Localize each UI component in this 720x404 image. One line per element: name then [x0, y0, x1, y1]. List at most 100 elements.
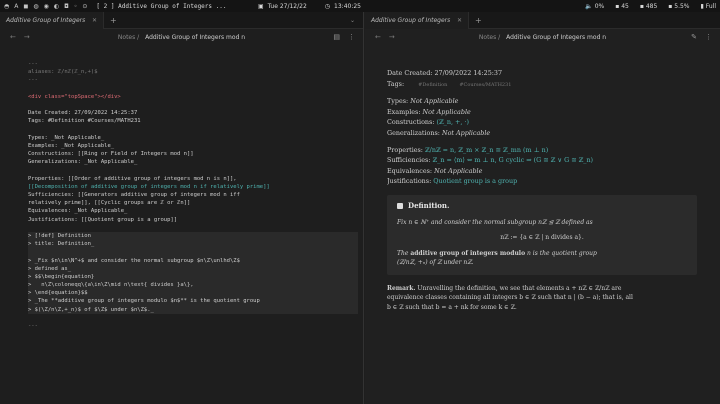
- reading-view: Date Created: 27/09/2022 14:25:37 Tags: …: [387, 68, 705, 312]
- remark-text: b ∈ ℤ such that b = a + nk for some k ∈ …: [387, 303, 517, 311]
- disk-status: ▪ 5.5%: [668, 2, 690, 10]
- sufficiencies-label: Sufficiencies:: [387, 156, 431, 165]
- constructions-link[interactable]: (ℤ_n, +, ·): [437, 118, 469, 126]
- types-row: Types: Not Applicable: [387, 96, 705, 107]
- tab-label: Additive Group of Integers: [6, 16, 86, 24]
- window-title: [ 2 ] Additive Group of Integers ...: [96, 2, 227, 10]
- calendar-icon: ▣: [258, 2, 264, 10]
- code-line: ---: [28, 323, 38, 329]
- callout-header: Definition.: [397, 201, 687, 212]
- code-line: relatively prime]], [[Cyclic groups are …: [28, 200, 191, 207]
- source-editor[interactable]: --- aliases: ℤ/nℤ(ℤ_n,+)$ --- <div class…: [28, 60, 358, 330]
- close-icon[interactable]: ✕: [92, 17, 97, 24]
- justifications-link[interactable]: Quotient group is a group: [433, 177, 517, 185]
- code-line: > _Fix $n\in\N^+$ and consider the norma…: [28, 256, 358, 265]
- workspace-8[interactable]: ◦: [74, 3, 78, 10]
- callout-equation: nℤ := {a ∈ ℤ | n divides a}.: [500, 233, 584, 241]
- more-options-icon[interactable]: ⋮: [348, 33, 355, 41]
- code-line: > $(\Z/n\Z,+_n)$ of $\Z$ under $n\Z$._: [28, 305, 358, 314]
- remark-text: equivalence classes containing all integ…: [387, 294, 633, 302]
- properties-link[interactable]: ℤ/nℤ = n, ℤ_m × ℤ_n ≅ ℤ_mn (m ⊥ n): [425, 146, 548, 154]
- editor-pane-source: Additive Group of Integers ✕ + ⌄ ← → Not…: [0, 12, 364, 404]
- new-tab-icon[interactable]: +: [104, 16, 123, 25]
- chevron-down-icon[interactable]: ⌄: [350, 17, 355, 24]
- tab-note[interactable]: Additive Group of Integers ✕: [365, 12, 469, 29]
- clock-icon: ◷: [324, 2, 331, 10]
- workspace-3[interactable]: ◼: [23, 3, 28, 10]
- reading-view-icon[interactable]: ▤: [333, 33, 340, 41]
- code-line: [28, 248, 358, 257]
- view-header: ← → Notes / Additive Group of Integers m…: [365, 29, 720, 45]
- workspace-1[interactable]: ◓: [4, 3, 9, 10]
- clock: ▣ Tue 27/12/22 ◷ 13:40:25: [258, 3, 361, 10]
- tags-row: Tags: #Definition #Courses/MATH231: [387, 79, 705, 91]
- breadcrumb-parent[interactable]: Notes: [479, 34, 496, 41]
- equivalences-value: Not Applicable: [434, 166, 483, 175]
- tag[interactable]: #Courses/MATH231: [459, 82, 511, 88]
- code-line: > $$\begin{equation}: [28, 272, 358, 282]
- breadcrumb: Notes / Additive Group of Integers mod n: [478, 33, 607, 41]
- code-line: > n\Z\coloneqq\{a\in\Z\mid n\text{ divid…: [28, 281, 358, 290]
- callout-text: (ℤ/nℤ, +ₙ) of ℤ under nℤ.: [397, 259, 474, 267]
- code-line: Properties: [[Order of additive group of…: [28, 175, 237, 182]
- properties-label: Properties:: [387, 145, 423, 154]
- editor-pane-reading: Additive Group of Integers ✕ + ← → Notes…: [365, 12, 720, 404]
- volume-status[interactable]: 🔈 0%: [585, 3, 604, 10]
- code-line: > _The **additive group of integers modu…: [28, 297, 358, 306]
- callout-title: Definition.: [408, 200, 450, 210]
- generalizations-value: Not Applicable: [441, 128, 491, 137]
- workspace-6[interactable]: ◐: [54, 3, 59, 10]
- tab-bar: Additive Group of Integers ✕ + ⌄: [0, 12, 363, 29]
- workspace-9[interactable]: ⊙: [82, 3, 87, 10]
- code-line: Generalizations: _Not Applicable_: [28, 159, 138, 166]
- close-icon[interactable]: ✕: [457, 17, 462, 24]
- code-line: Equivalences: _Not Applicable_: [28, 208, 128, 215]
- tag[interactable]: #Definition: [418, 82, 447, 88]
- workspace-2[interactable]: A: [14, 3, 18, 10]
- generalizations-label: Generalizations:: [387, 128, 440, 137]
- breadcrumb-current[interactable]: Additive Group of Integers mod n: [145, 34, 245, 41]
- generalizations-row: Generalizations: Not Applicable: [387, 128, 705, 139]
- remark-label: Remark.: [387, 285, 416, 293]
- code-line: > defined as_: [28, 264, 358, 273]
- date-text: Tue 27/12/22: [267, 2, 307, 10]
- more-options-icon[interactable]: ⋮: [705, 33, 712, 41]
- sufficiencies-link[interactable]: ℤ_n = ⟨m⟩ ⇔ m ⊥ n, G cyclic ⇒ (G ≅ ℤ ∨ G…: [432, 156, 593, 164]
- code-line: > title: Definition_: [28, 240, 358, 249]
- tab-label: Additive Group of Integers: [371, 16, 451, 24]
- breadcrumb-parent[interactable]: Notes: [118, 34, 135, 41]
- code-line: ---: [28, 77, 38, 84]
- examples-row: Examples: Not Applicable: [387, 107, 705, 118]
- code-line: > \end{equation}$$: [28, 289, 358, 298]
- workspace-7[interactable]: ◘: [64, 3, 69, 10]
- definition-callout: Definition. Fix n ∈ ℕ⁺ and consider the …: [387, 194, 697, 276]
- breadcrumb-current[interactable]: Additive Group of Integers mod n: [506, 34, 606, 41]
- callout-text: The additive group of integers modulo n …: [397, 250, 597, 258]
- memory-status: ▪ 485: [639, 2, 658, 10]
- breadcrumb: Notes / Additive Group of Integers mod n: [117, 33, 246, 41]
- time-text: 13:40:25: [334, 2, 361, 10]
- view-header: ← → Notes / Additive Group of Integers m…: [0, 29, 363, 45]
- code-line: Constructions: [[Ring or Field of Intege…: [28, 151, 194, 158]
- remark-text: Unravelling the definition, we see that …: [417, 285, 622, 293]
- examples-label: Examples:: [387, 107, 421, 116]
- code-line: > [!def] Definition: [28, 231, 358, 241]
- workspace-5[interactable]: ◉: [44, 3, 49, 10]
- cpu-status: ▪ 45: [615, 2, 629, 10]
- workspace-switcher[interactable]: ◓ A ◼ ◍ ◉ ◐ ◘ ◦ ⊙: [4, 3, 87, 10]
- workspace-4[interactable]: ◍: [33, 3, 38, 10]
- code-line: aliases: ℤ/nℤ(ℤ_n,+)$: [28, 69, 98, 76]
- code-line: Justifications: [[Quotient group is a gr…: [28, 216, 178, 223]
- justifications-row: Justifications: Quotient group is a grou…: [387, 176, 705, 187]
- edit-icon[interactable]: ✎: [691, 33, 697, 41]
- constructions-row: Constructions: (ℤ_n, +, ·): [387, 117, 705, 128]
- callout-icon: [397, 203, 403, 210]
- new-tab-icon[interactable]: +: [469, 16, 488, 25]
- equivalences-label: Equivalences:: [387, 166, 433, 175]
- tags-label: Tags:: [387, 79, 405, 88]
- tab-note[interactable]: Additive Group of Integers ✕: [0, 12, 104, 29]
- sufficiencies-row: Sufficiencies: ℤ_n = ⟨m⟩ ⇔ m ⊥ n, G cycl…: [387, 155, 705, 166]
